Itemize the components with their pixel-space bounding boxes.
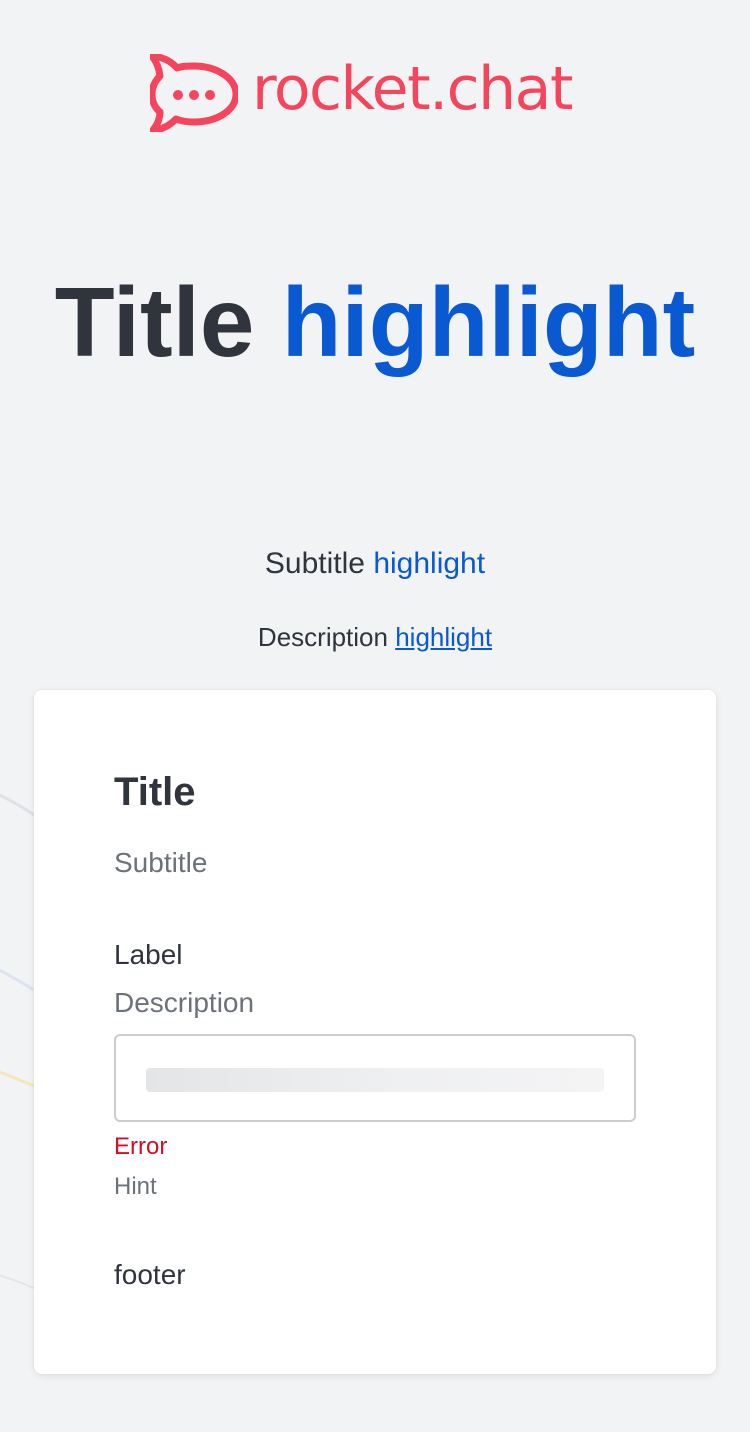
hero-subtitle: Subtitle highlight (0, 544, 750, 584)
hero-subtitle-text: Subtitle (264, 547, 365, 580)
hero-title: Title highlight (0, 266, 750, 378)
card-footer: footer (114, 1259, 186, 1290)
field-input[interactable] (114, 1034, 636, 1122)
hero-title-highlight: highlight (281, 267, 696, 377)
hero-subtitle-highlight: highlight (373, 547, 486, 580)
logo-wordmark: rocket.chat (252, 54, 573, 124)
card-title: Title (114, 770, 196, 814)
hero-description: Description highlight (0, 620, 750, 654)
hero-description-link[interactable]: highlight (395, 622, 492, 652)
rocket-chat-logo: rocket.chat (150, 54, 573, 132)
form-card: Title Subtitle Label Description Error H… (34, 690, 716, 1374)
rocket-chat-chat-bubble-icon (150, 54, 238, 132)
card-subtitle: Subtitle (114, 847, 208, 878)
field-description: Description (114, 987, 255, 1018)
input-loading-skeleton (146, 1068, 604, 1092)
field-hint: Hint (114, 1173, 157, 1200)
field-error: Error (114, 1133, 168, 1160)
hero-title-text: Title (54, 267, 255, 377)
hero-description-text: Description (257, 622, 388, 652)
field-label: Label (114, 939, 183, 970)
